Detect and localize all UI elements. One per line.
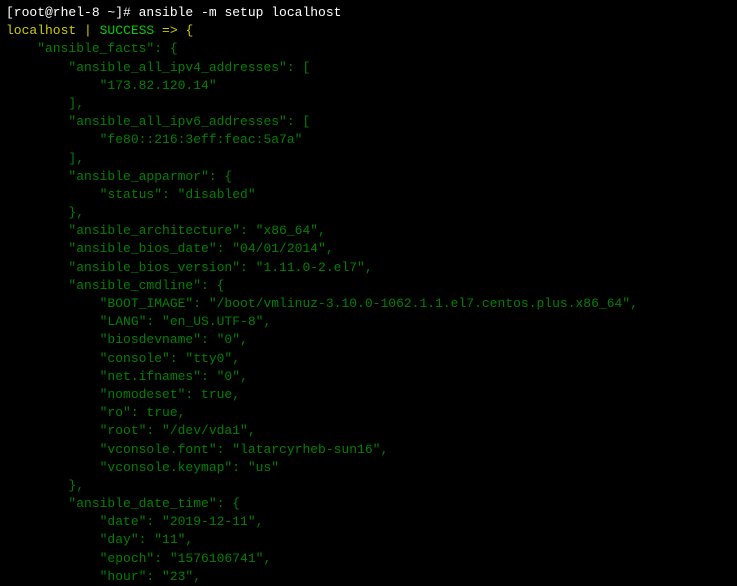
json-line: ], <box>6 150 731 168</box>
json-output-block: "ansible_facts": { "ansible_all_ipv4_add… <box>6 40 731 586</box>
command-prompt-line: [root@rhel-8 ~]# ansible -m setup localh… <box>6 4 731 22</box>
json-line: ], <box>6 95 731 113</box>
json-line: "fe80::216:3eff:feac:5a7a" <box>6 131 731 149</box>
json-line: "ansible_all_ipv4_addresses": [ <box>6 59 731 77</box>
json-line: }, <box>6 477 731 495</box>
json-line: "ansible_bios_version": "1.11.0-2.el7", <box>6 259 731 277</box>
json-line: "date": "2019-12-11", <box>6 513 731 531</box>
json-line: }, <box>6 204 731 222</box>
result-header-line: localhost | SUCCESS => { <box>6 22 731 40</box>
json-line: "ansible_facts": { <box>6 40 731 58</box>
json-line: "day": "11", <box>6 531 731 549</box>
json-line: "ansible_bios_date": "04/01/2014", <box>6 240 731 258</box>
json-line: "nomodeset": true, <box>6 386 731 404</box>
json-line: "ansible_architecture": "x86_64", <box>6 222 731 240</box>
json-line: "vconsole.font": "latarcyrheb-sun16", <box>6 441 731 459</box>
result-sep: | <box>76 23 99 38</box>
prompt-prefix: [root@rhel-8 ~]# <box>6 5 139 20</box>
json-line: "ansible_all_ipv6_addresses": [ <box>6 113 731 131</box>
json-line: "ansible_cmdline": { <box>6 277 731 295</box>
json-line: "ro": true, <box>6 404 731 422</box>
json-line: "BOOT_IMAGE": "/boot/vmlinuz-3.10.0-1062… <box>6 295 731 313</box>
json-line: "vconsole.keymap": "us" <box>6 459 731 477</box>
json-line: "ansible_date_time": { <box>6 495 731 513</box>
json-line: "hour": "23", <box>6 568 731 586</box>
json-line: "console": "tty0", <box>6 350 731 368</box>
result-status: SUCCESS <box>100 23 155 38</box>
command-text: ansible -m setup localhost <box>139 5 342 20</box>
json-line: "net.ifnames": "0", <box>6 368 731 386</box>
json-line: "ansible_apparmor": { <box>6 168 731 186</box>
terminal-output: [root@rhel-8 ~]# ansible -m setup localh… <box>6 4 731 586</box>
json-line: "LANG": "en_US.UTF-8", <box>6 313 731 331</box>
result-arrow: => { <box>154 23 193 38</box>
json-line: "173.82.120.14" <box>6 77 731 95</box>
json-line: "root": "/dev/vda1", <box>6 422 731 440</box>
json-line: "biosdevname": "0", <box>6 331 731 349</box>
json-line: "status": "disabled" <box>6 186 731 204</box>
result-host: localhost <box>6 23 76 38</box>
json-line: "epoch": "1576106741", <box>6 550 731 568</box>
